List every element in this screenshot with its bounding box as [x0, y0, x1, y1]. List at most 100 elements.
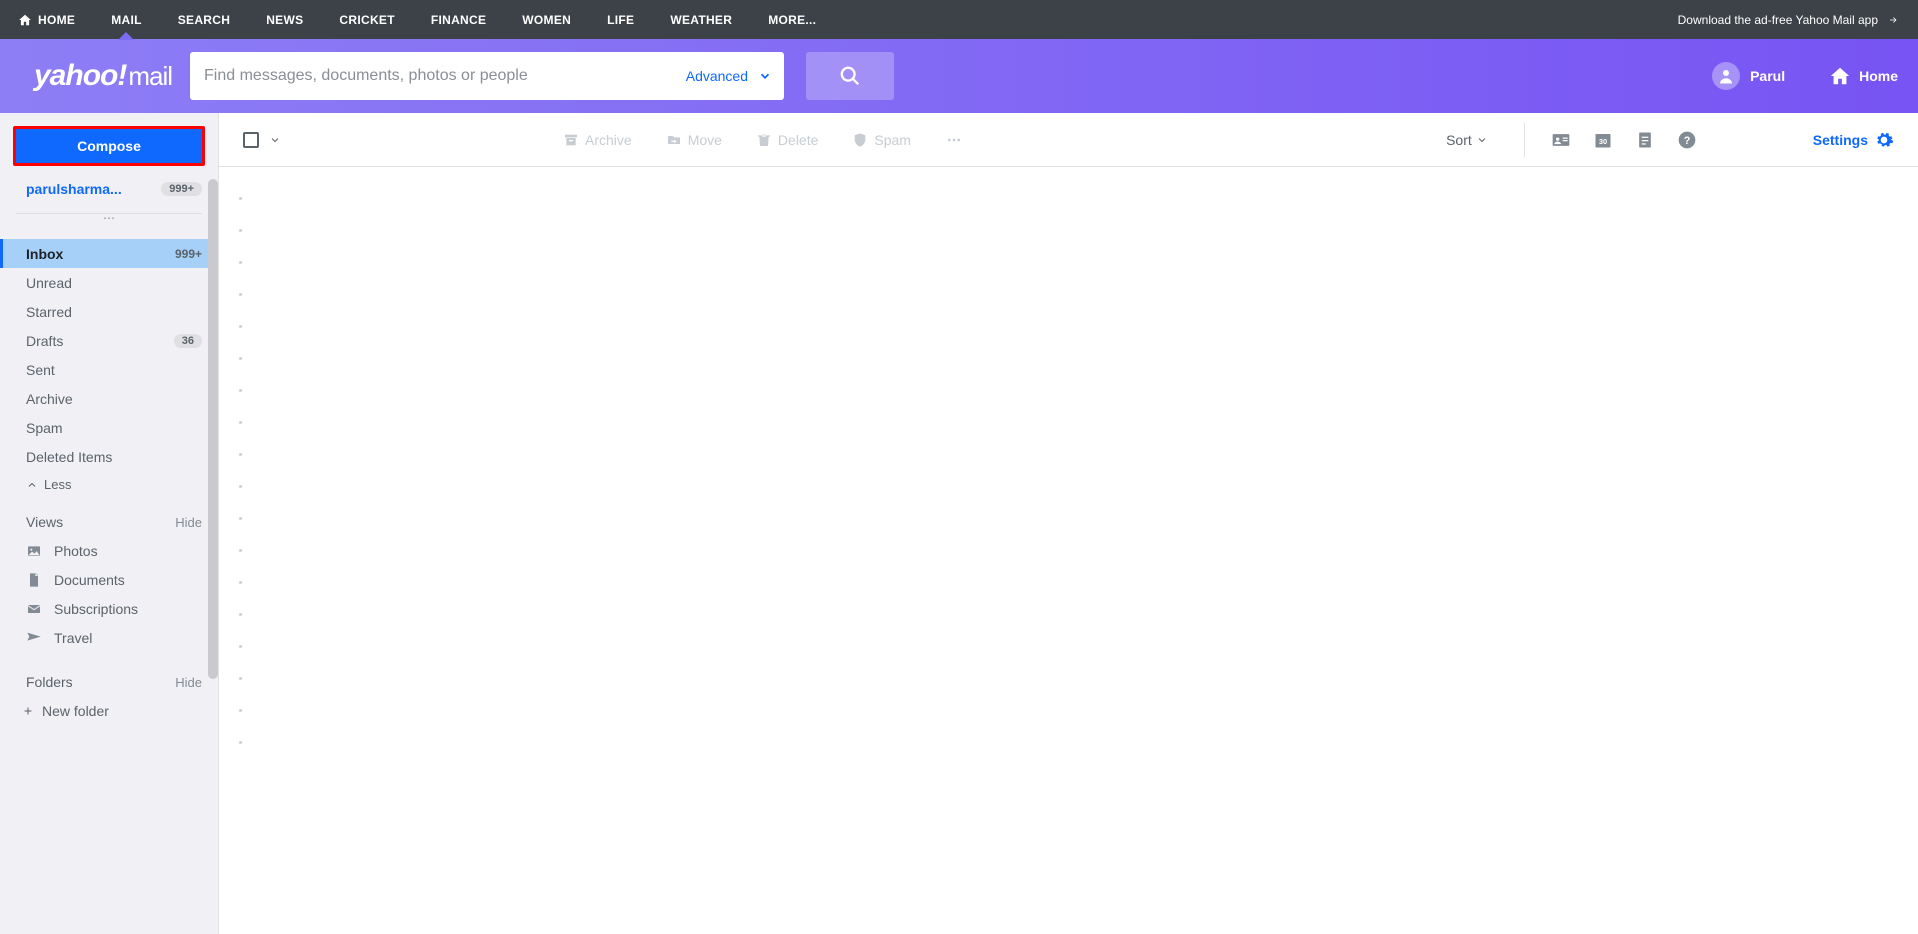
topnav-finance[interactable]: FINANCE [431, 13, 486, 27]
account-name: parulsharma... [26, 181, 122, 197]
shield-icon [852, 132, 868, 148]
view-label: Documents [54, 572, 125, 588]
row-indicator [239, 613, 242, 616]
help-icon: ? [1677, 130, 1697, 150]
settings-label: Settings [1813, 132, 1868, 148]
folders-section-head: Folders Hide [0, 652, 218, 696]
top-navigation: HOME MAIL SEARCH NEWS CRICKET FINANCE WO… [0, 0, 1918, 39]
topnav-label: NEWS [266, 13, 303, 27]
topnav-label: HOME [38, 13, 75, 27]
topnav-label: MORE... [768, 13, 816, 27]
document-icon [26, 572, 42, 588]
move-button[interactable]: Move [654, 132, 734, 148]
chevron-down-icon [1476, 134, 1488, 146]
more-horizontal-icon [945, 132, 963, 148]
folder-deleted[interactable]: Deleted Items [0, 442, 218, 471]
folder-sent[interactable]: Sent [0, 355, 218, 384]
home-icon [18, 13, 32, 27]
folder-inbox[interactable]: Inbox 999+ [0, 239, 218, 268]
topnav-life[interactable]: LIFE [607, 13, 634, 27]
row-indicator [239, 677, 242, 680]
topnav-cricket[interactable]: CRICKET [339, 13, 394, 27]
topnav-mail[interactable]: MAIL [111, 13, 142, 27]
topnav-women[interactable]: WOMEN [522, 13, 571, 27]
topnav-label: FINANCE [431, 13, 486, 27]
sidebar-expand-dots[interactable]: ⋯ [0, 211, 218, 225]
row-indicator [239, 357, 242, 360]
message-list-area[interactable] [219, 167, 1918, 934]
content-pane: Archive Move Delete Spam Sort [219, 113, 1918, 934]
folder-spam[interactable]: Spam [0, 413, 218, 442]
row-indicator [239, 421, 242, 424]
folder-label: Spam [26, 420, 63, 436]
topnav-label: SEARCH [178, 13, 230, 27]
advanced-search-link[interactable]: Advanced [676, 68, 758, 84]
account-row[interactable]: parulsharma... 999+ [0, 179, 218, 203]
delete-label: Delete [778, 132, 818, 148]
row-indicator [239, 645, 242, 648]
message-toolbar: Archive Move Delete Spam Sort [219, 113, 1918, 167]
folder-drafts[interactable]: Drafts 36 [0, 326, 218, 355]
select-dropdown-icon[interactable] [269, 134, 281, 146]
new-folder-button[interactable]: New folder [0, 696, 218, 725]
user-name: Parul [1750, 68, 1785, 84]
settings-button[interactable]: Settings [1813, 130, 1894, 150]
sort-button[interactable]: Sort [1446, 132, 1504, 148]
topnav-label: WEATHER [670, 13, 732, 27]
help-button[interactable]: ? [1671, 130, 1703, 150]
toolbar-divider [1524, 123, 1525, 157]
collapse-less[interactable]: Less [0, 471, 218, 492]
folder-archive[interactable]: Archive [0, 384, 218, 413]
avatar [1712, 62, 1740, 90]
contacts-button[interactable] [1545, 130, 1577, 150]
search-button[interactable] [806, 52, 894, 100]
home-icon [1829, 65, 1851, 87]
gear-icon [1874, 130, 1894, 150]
home-button[interactable]: Home [1829, 65, 1898, 87]
move-icon [666, 132, 682, 148]
compose-button[interactable]: Compose [13, 126, 205, 166]
topnav-search[interactable]: SEARCH [178, 13, 230, 27]
topnav-promo[interactable]: Download the ad-free Yahoo Mail app [1678, 13, 1900, 27]
calendar-button[interactable]: 30 [1587, 130, 1619, 150]
app-header: yahoo!mail Advanced Parul Home [0, 39, 1918, 113]
row-indicator [239, 389, 242, 392]
archive-button[interactable]: Archive [551, 132, 644, 148]
topnav-weather[interactable]: WEATHER [670, 13, 732, 27]
topnav-label: WOMEN [522, 13, 571, 27]
views-hide-link[interactable]: Hide [175, 515, 202, 530]
folder-count: 36 [174, 334, 202, 348]
sidebar-scrollbar[interactable] [208, 179, 218, 679]
view-photos[interactable]: Photos [0, 536, 218, 565]
folder-starred[interactable]: Starred [0, 297, 218, 326]
view-label: Subscriptions [54, 601, 138, 617]
view-subscriptions[interactable]: Subscriptions [0, 594, 218, 623]
folder-label: Inbox [26, 246, 63, 262]
topnav-home[interactable]: HOME [18, 13, 75, 27]
logo-suffix: mail [128, 61, 172, 92]
user-menu[interactable]: Parul [1712, 62, 1785, 90]
plane-icon [26, 630, 42, 646]
home-label: Home [1859, 68, 1898, 84]
row-indicator [239, 517, 242, 520]
mail-icon [26, 601, 42, 617]
view-documents[interactable]: Documents [0, 565, 218, 594]
logo-main: yahoo! [34, 59, 126, 93]
trash-icon [756, 132, 772, 148]
chevron-down-icon[interactable] [758, 69, 772, 83]
main-layout: Compose parulsharma... 999+ ⋯ Inbox 999+… [0, 113, 1918, 934]
view-travel[interactable]: Travel [0, 623, 218, 652]
select-all-checkbox[interactable] [243, 132, 259, 148]
yahoo-mail-logo[interactable]: yahoo!mail [34, 59, 172, 93]
person-icon [1717, 67, 1735, 85]
folders-hide-link[interactable]: Hide [175, 675, 202, 690]
more-actions-button[interactable] [933, 132, 975, 148]
topnav-more[interactable]: MORE... [768, 13, 816, 27]
search-input[interactable] [204, 67, 676, 85]
delete-button[interactable]: Delete [744, 132, 830, 148]
folder-unread[interactable]: Unread [0, 268, 218, 297]
notepad-button[interactable] [1629, 130, 1661, 150]
topnav-news[interactable]: NEWS [266, 13, 303, 27]
spam-button[interactable]: Spam [840, 132, 923, 148]
arrow-right-icon [1886, 15, 1900, 25]
